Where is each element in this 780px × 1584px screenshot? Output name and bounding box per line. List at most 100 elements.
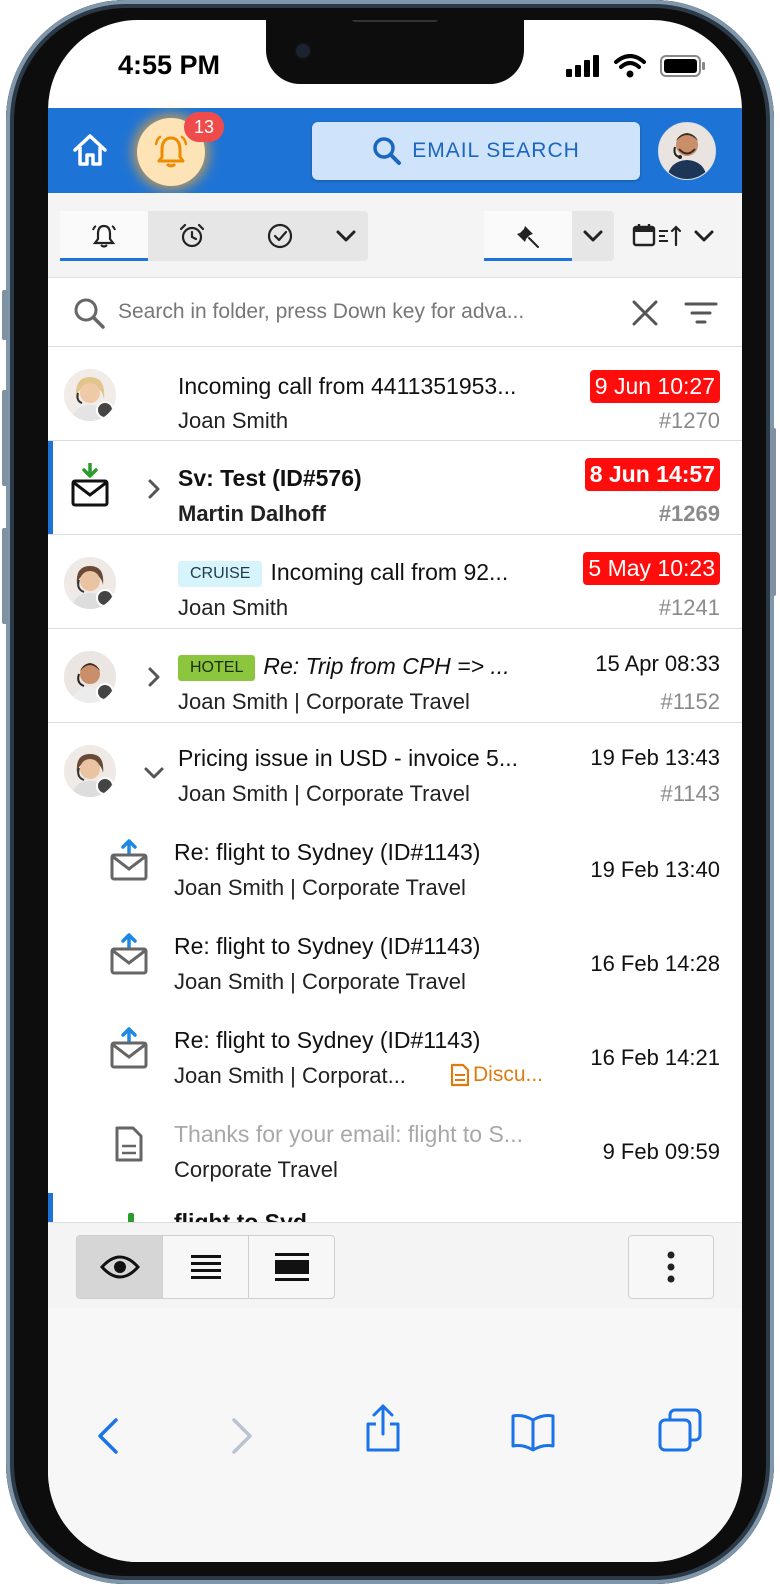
sent-mail-icon	[110, 839, 148, 881]
thread-sender: Corporate Travel	[174, 1157, 338, 1182]
view-preview-button[interactable]	[77, 1236, 163, 1298]
chevron-down-icon	[694, 230, 714, 242]
back-icon[interactable]	[96, 1416, 120, 1456]
email-row[interactable]: HOTEL Re: Trip from CPH => ... Joan Smith…	[48, 629, 742, 723]
thread-message-row[interactable]: Re: flight to Sydney (ID#1143) Joan Smit…	[48, 911, 742, 1005]
email-id: #1270	[658, 408, 720, 433]
tab-done[interactable]	[236, 211, 324, 261]
signal-icon	[566, 55, 599, 77]
unread-indicator	[48, 1193, 53, 1222]
status-filter-dropdown[interactable]	[324, 211, 368, 261]
user-avatar-image	[659, 123, 715, 179]
tabs-icon[interactable]	[658, 1408, 702, 1452]
thread-date: 16 Feb 14:21	[590, 1045, 720, 1070]
thread-subject: Re: flight to Sydney (ID#1143)	[174, 933, 481, 959]
tab-pinned[interactable]	[484, 211, 572, 261]
status-filter-group	[60, 211, 368, 261]
email-id: #1152	[660, 689, 720, 714]
status-icons	[566, 54, 706, 78]
attachment-link[interactable]: Discu...	[450, 1063, 543, 1087]
email-subject-line: HOTEL Re: Trip from CPH => ...	[178, 653, 550, 681]
tag-cruise[interactable]: CRUISE	[178, 561, 263, 587]
sent-mail-icon	[110, 933, 148, 975]
bookmarks-icon[interactable]	[510, 1412, 556, 1452]
sort-button[interactable]	[632, 221, 716, 251]
compact-list-icon	[274, 1253, 309, 1281]
email-date: 5 May 10:23	[583, 552, 720, 585]
speaker	[352, 20, 438, 22]
notch	[266, 20, 524, 84]
email-row[interactable]: CRUISE Incoming call from 92... Joan Smit…	[48, 535, 742, 629]
avatar	[64, 557, 116, 609]
bell-icon	[154, 135, 188, 168]
pin-filter-group	[484, 211, 614, 261]
thread-date: 19 Feb 13:40	[590, 857, 720, 882]
home-button[interactable]	[70, 130, 110, 170]
incoming-mail-icon	[71, 463, 109, 507]
view-compact-button[interactable]	[249, 1236, 334, 1298]
folder-search-input[interactable]: Search in folder, press Down key for adv…	[118, 300, 524, 324]
user-avatar[interactable]	[658, 122, 716, 180]
pin-filter-dropdown[interactable]	[572, 211, 614, 261]
tab-notifications[interactable]	[60, 211, 148, 261]
eye-icon	[99, 1255, 140, 1279]
email-subject: Pricing issue in USD - invoice 5...	[178, 745, 519, 771]
chevron-right-icon[interactable]	[144, 667, 164, 687]
email-sender: Joan Smith | Corporate Travel	[178, 689, 470, 714]
battery-icon	[660, 55, 705, 77]
chevron-right-icon[interactable]	[144, 479, 164, 499]
email-date: 8 Jun 14:57	[584, 458, 720, 491]
email-subject: flight to Syd	[174, 1209, 307, 1222]
view-list-button[interactable]	[163, 1236, 249, 1298]
folder-search-bar: Search in folder, press Down key for adv…	[48, 278, 742, 347]
camera	[296, 44, 310, 58]
search-icon	[373, 137, 402, 165]
wifi-icon	[614, 54, 646, 78]
email-id: #1269	[658, 501, 720, 526]
view-mode-group	[76, 1235, 335, 1299]
email-subject: Sv: Test (ID#576)	[178, 465, 362, 491]
tab-reminders[interactable]	[148, 211, 236, 261]
list-icon	[190, 1255, 221, 1279]
thread-message-row[interactable]: Re: flight to Sydney (ID#1143) Joan Smit…	[48, 1005, 742, 1099]
email-search-button[interactable]: EMAIL SEARCH	[312, 122, 640, 180]
notification-count-badge: 13	[184, 112, 224, 142]
email-row-unread[interactable]: Sv: Test (ID#576) Martin Dalhoff 8 Jun 1…	[48, 441, 742, 535]
tag-hotel[interactable]: HOTEL	[178, 655, 256, 681]
search-icon	[74, 298, 105, 329]
email-row-expanded[interactable]: Pricing issue in USD - invoice 5... Joan…	[48, 723, 742, 817]
email-date: 19 Feb 13:43	[590, 745, 720, 770]
document-icon	[115, 1126, 143, 1162]
chevron-down-icon	[583, 230, 603, 242]
email-id: #1241	[658, 595, 720, 620]
avatar	[64, 745, 116, 797]
share-icon[interactable]	[364, 1404, 402, 1454]
filter-bar	[48, 193, 742, 278]
chevron-down-icon[interactable]	[144, 763, 164, 783]
email-row-partial[interactable]: flight to Syd	[48, 1193, 742, 1222]
thread-subject: Re: flight to Sydney (ID#1143)	[174, 1027, 481, 1053]
thread-message-row[interactable]: Re: flight to Sydney (ID#1143) Joan Smit…	[48, 817, 742, 911]
thread-date: 9 Feb 09:59	[602, 1139, 720, 1164]
phone-volume-down	[2, 528, 8, 624]
email-search-label: EMAIL SEARCH	[412, 139, 580, 162]
clear-icon[interactable]	[630, 298, 660, 328]
avatar	[64, 369, 116, 421]
more-options-button[interactable]	[628, 1235, 714, 1299]
home-icon	[73, 134, 107, 166]
email-subject: Incoming call from 92...	[270, 559, 509, 585]
email-subject-line: CRUISE Incoming call from 92...	[178, 559, 568, 587]
browser-toolbar	[48, 1308, 742, 1562]
thread-sender: Joan Smith | Corporat...	[174, 1063, 406, 1088]
thread-subject: Re: flight to Sydney (ID#1143)	[174, 839, 481, 865]
calendar-sort-icon	[632, 224, 682, 247]
email-date: 15 Apr 08:33	[595, 651, 720, 676]
forward-icon[interactable]	[230, 1416, 254, 1456]
incoming-mail-icon	[128, 1213, 134, 1222]
phone-frame: 4:55 PM 13 EMAIL SEARCH Search in folder…	[2, 0, 776, 1584]
email-id: #1143	[660, 781, 720, 806]
filter-icon[interactable]	[684, 298, 718, 328]
thread-message-row-draft[interactable]: Thanks for your email: flight to S... Co…	[48, 1099, 742, 1193]
email-row[interactable]: Incoming call from 4411351953... Joan Sm…	[48, 347, 742, 441]
phone-volume-up	[2, 390, 8, 486]
